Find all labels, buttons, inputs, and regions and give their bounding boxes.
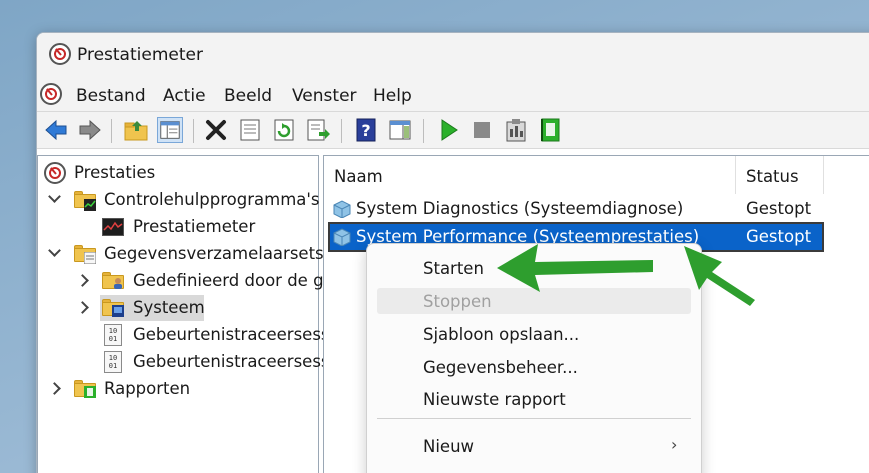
chevron-right-icon[interactable]: [76, 301, 89, 314]
tree-item-label: Systeem: [133, 298, 205, 317]
export-list-icon[interactable]: [305, 117, 331, 143]
chevron-right-icon[interactable]: [76, 274, 89, 287]
chevron-right-icon: ›: [671, 435, 678, 454]
window-title: Prestatiemeter: [77, 45, 203, 65]
set-status: Gestopt: [746, 227, 812, 246]
tree-item-label: Gedefinieerd door de g: [133, 271, 324, 290]
menu-venster[interactable]: Venster: [292, 86, 357, 106]
title-bar: Prestatiemeter: [37, 33, 869, 77]
svg-text:?: ?: [361, 121, 370, 140]
refresh-icon[interactable]: [271, 117, 297, 143]
tree-item-label: Prestaties: [74, 163, 156, 182]
trace-session-icon: 10 01: [104, 351, 122, 373]
chevron-down-icon[interactable]: [48, 244, 61, 257]
tree-item-systeem[interactable]: Systeem: [38, 295, 318, 321]
stop-icon[interactable]: [469, 117, 495, 143]
tree-item-label: Gegevensverzamelaarsets: [104, 244, 324, 263]
toolbar: ?: [37, 111, 869, 149]
context-menu: Starten Stoppen Sjabloon opslaan... Gege…: [366, 243, 702, 473]
tree-item-controlehulpprogrammas[interactable]: Controlehulpprogramma's: [38, 187, 320, 213]
start-icon[interactable]: [435, 117, 461, 143]
user-icon: [114, 278, 122, 289]
system-menu-icon[interactable]: [40, 83, 62, 105]
context-item-sjabloon-opslaan[interactable]: Sjabloon opslaan...: [423, 325, 579, 344]
context-item-starten[interactable]: Starten: [423, 259, 484, 278]
tree-item-gebeurtenistraceersessies-opstarten[interactable]: 10 01 Gebeurtenistraceersessi: [38, 349, 334, 375]
notebook-icon[interactable]: [537, 117, 563, 143]
back-arrow-icon[interactable]: [43, 117, 69, 143]
tree-item-prestatiemeter[interactable]: Prestatiemeter: [38, 214, 318, 240]
tree-item-gedefinieerd-door-de-gebruiker[interactable]: Gedefinieerd door de g: [38, 268, 324, 294]
up-folder-icon[interactable]: [123, 117, 149, 143]
menu-actie[interactable]: Actie: [163, 86, 206, 106]
menu-bar: Bestand Actie Beeld Venster Help: [37, 77, 869, 111]
context-item-nieuw[interactable]: Nieuw: [423, 437, 474, 456]
menu-beeld[interactable]: Beeld: [224, 86, 272, 106]
context-item-gegevensbeheer[interactable]: Gegevensbeheer...: [423, 358, 578, 377]
show-hide-tree-icon[interactable]: [157, 117, 183, 143]
table-row[interactable]: System Diagnostics (Systeemdiagnose) Ges…: [330, 196, 822, 222]
data-collector-set-icon: [333, 228, 351, 246]
set-status: Gestopt: [746, 199, 812, 218]
help-icon[interactable]: ?: [353, 117, 379, 143]
tree-item-gegevensverzamelaarsets[interactable]: Gegevensverzamelaarsets: [38, 241, 324, 267]
menu-help[interactable]: Help: [373, 86, 412, 106]
clipboard-icon[interactable]: [503, 117, 529, 143]
monitor-chart-icon: [102, 218, 124, 236]
chevron-down-icon[interactable]: [48, 190, 61, 203]
menu-bestand[interactable]: Bestand: [76, 86, 146, 106]
data-collector-set-icon: [333, 200, 351, 218]
set-name: System Diagnostics (Systeemdiagnose): [356, 199, 684, 218]
chevron-right-icon[interactable]: [48, 382, 61, 395]
tree-item-label: Gebeurtenistraceersessi: [133, 325, 335, 344]
performance-icon: [44, 162, 66, 184]
properties-icon[interactable]: [237, 117, 263, 143]
performance-monitor-icon: [49, 43, 71, 65]
tree-item-label: Prestatiemeter: [133, 217, 256, 236]
tree-item-rapporten[interactable]: Rapporten: [38, 376, 318, 402]
context-menu-separator: [377, 418, 691, 419]
context-item-stoppen: Stoppen: [423, 292, 492, 311]
navigation-tree: Prestaties Controlehulpprogramma's Prest…: [37, 155, 334, 473]
tree-item-gebeurtenistraceersessies[interactable]: 10 01 Gebeurtenistraceersessi: [38, 322, 334, 348]
tree-item-label: Controlehulpprogramma's: [104, 190, 320, 209]
forward-arrow-icon[interactable]: [77, 117, 103, 143]
delete-icon[interactable]: [203, 117, 229, 143]
context-item-nieuwste-rapport[interactable]: Nieuwste rapport: [423, 390, 566, 409]
show-hide-action-pane-icon[interactable]: [387, 117, 413, 143]
trace-session-icon: 10 01: [104, 324, 122, 346]
tree-item-label: Rapporten: [104, 379, 191, 398]
column-header-naam[interactable]: Naam: [324, 156, 736, 194]
column-header-status[interactable]: Status: [736, 156, 824, 194]
tree-item-label: Gebeurtenistraceersessi: [133, 352, 335, 371]
